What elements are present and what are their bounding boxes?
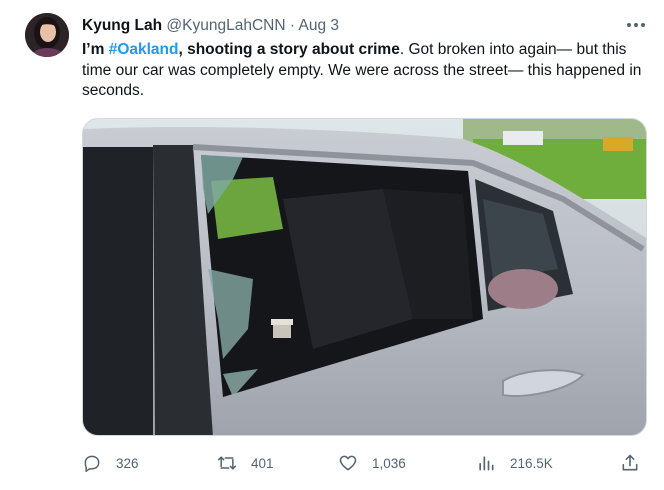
tweet-date[interactable]: Aug 3 [298,17,339,34]
share-button[interactable] [620,450,640,476]
like-button[interactable]: 1,036 [338,450,406,476]
share-icon [622,454,638,471]
views-chart-icon [479,456,494,471]
avatar[interactable] [25,13,69,57]
repost-count: 401 [251,455,274,471]
views-count: 216.5K [510,455,553,471]
reply-button[interactable]: 326 [82,450,139,476]
tweet-header: Kyung Lah @KyungLahCNN · Aug 3 [82,16,339,36]
more-options-button[interactable] [622,13,650,37]
heart-icon [339,455,357,471]
tweet-bold-text: , shooting a story about crime [178,41,400,58]
repost-icon [217,456,237,470]
tweet-text: I’m #Oakland, shooting a story about cri… [82,40,650,102]
more-icon [627,23,645,27]
tweet-actions: 326 401 1,036 216.5K [82,450,648,476]
avatar-image [25,13,69,57]
tweet-prefix: I’m [82,41,109,58]
reply-icon [84,455,100,473]
repost-button[interactable]: 401 [217,450,274,476]
like-count: 1,036 [372,455,406,471]
views-button[interactable]: 216.5K [476,450,553,476]
author-name[interactable]: Kyung Lah [82,17,162,34]
hashtag-link[interactable]: #Oakland [109,41,179,58]
tweet-photo[interactable] [82,118,647,436]
reply-count: 326 [116,455,139,471]
author-handle[interactable]: @KyungLahCNN [166,17,285,34]
header-separator: · [289,17,296,34]
photo-broken-car-window-icon [83,119,646,435]
tweet-card[interactable]: Kyung Lah @KyungLahCNN · Aug 3 I’m #Oakl… [0,0,664,490]
